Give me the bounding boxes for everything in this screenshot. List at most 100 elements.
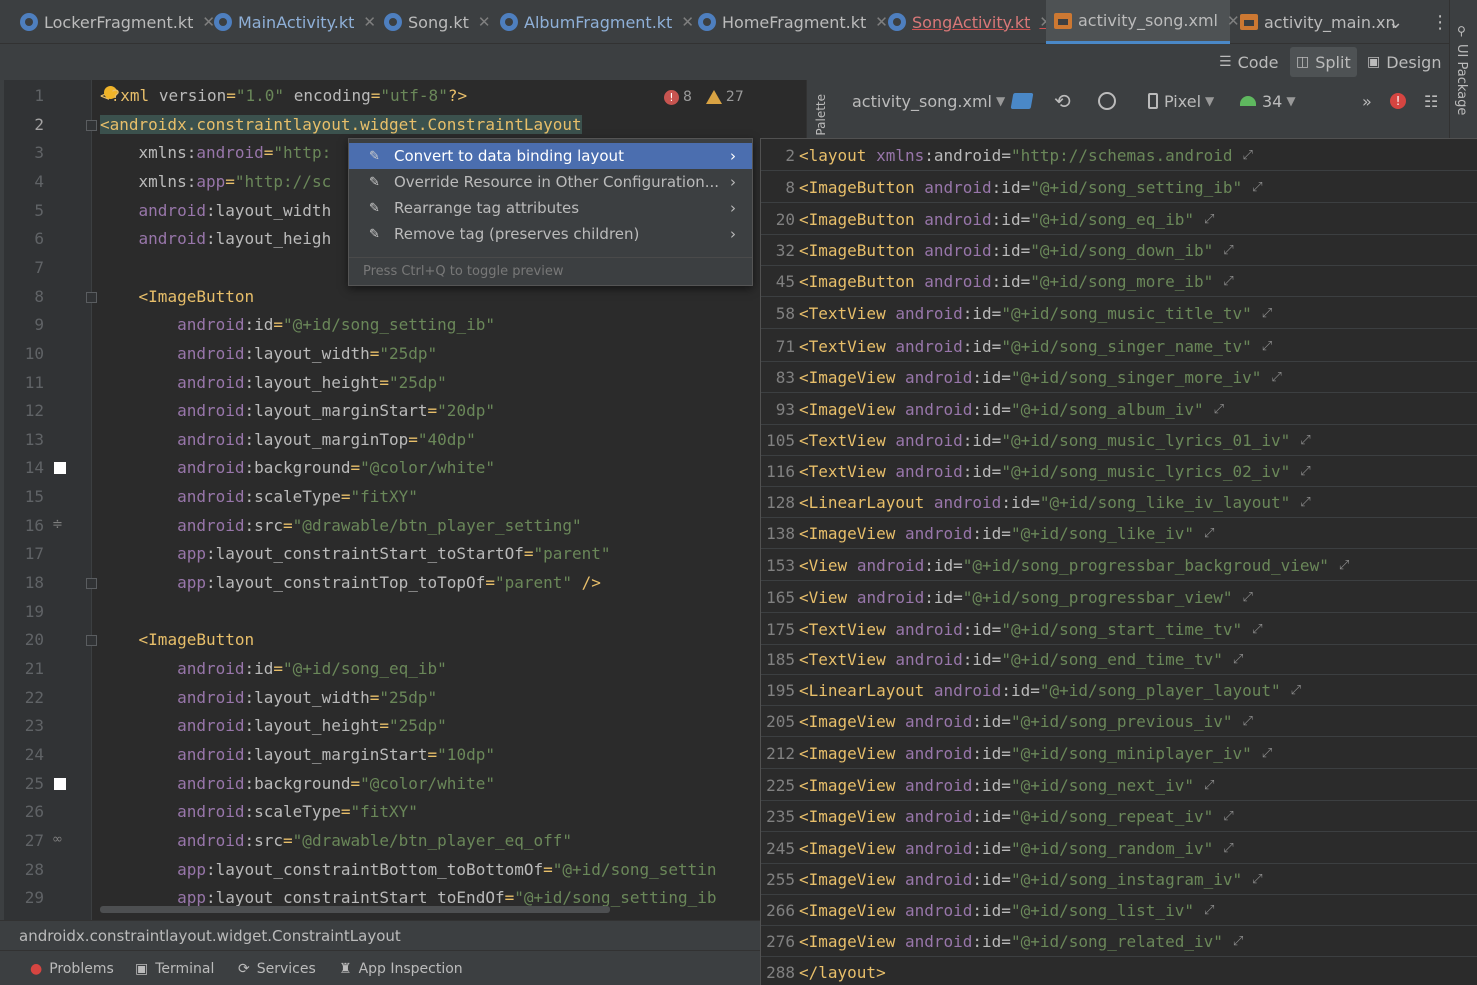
tab-activity_main[interactable]: activity_main.xn bbox=[1232, 0, 1396, 44]
fold-marker-icon[interactable] bbox=[86, 291, 97, 303]
expand-icon[interactable]: ⤢ bbox=[1204, 526, 1214, 541]
code-line[interactable]: android:background="@color/white" bbox=[100, 454, 495, 482]
palette-tab[interactable]: Palette bbox=[808, 80, 834, 138]
attributes-panel-button[interactable]: ☷ bbox=[1424, 86, 1438, 116]
night-mode-button[interactable] bbox=[1098, 86, 1116, 116]
expand-icon[interactable]: ⤢ bbox=[1252, 180, 1262, 195]
image-resource-icon[interactable]: ≑ bbox=[52, 517, 63, 532]
preview-row[interactable]: 276 <ImageView android:id= "@+id/song_rela… bbox=[761, 926, 1477, 957]
preview-row[interactable]: 288 </layout> bbox=[761, 957, 1477, 985]
tab-homefragment[interactable]: HomeFragment.kt ✕ bbox=[690, 0, 888, 44]
preview-row[interactable]: 32 <ImageButton android:id= "@+id/song_dow… bbox=[761, 235, 1477, 266]
color-swatch-icon[interactable] bbox=[54, 462, 66, 475]
tab-songactivity[interactable]: SongActivity.kt✕ bbox=[880, 0, 1052, 44]
code-line[interactable]: android:layout_marginTop="40dp" bbox=[100, 426, 476, 454]
code-line[interactable]: android:layout_width bbox=[100, 197, 332, 225]
code-line[interactable]: android:scaleType="fitXY" bbox=[100, 798, 418, 826]
code-line[interactable]: android:layout_width="25dp" bbox=[100, 684, 437, 712]
design-errors-button[interactable]: ! bbox=[1390, 86, 1406, 116]
code-line[interactable]: <ImageButton bbox=[100, 626, 255, 654]
code-line[interactable]: xmlns:app="http://sc bbox=[100, 168, 332, 196]
split-mode-button[interactable]: ◫ Split bbox=[1290, 47, 1357, 77]
chevron-down-icon[interactable]: ⌄ bbox=[1388, 12, 1403, 33]
expand-icon[interactable]: ⤢ bbox=[1262, 339, 1272, 354]
preview-row[interactable]: 116 <TextView android:id= "@+id/song_music… bbox=[761, 456, 1477, 487]
preview-row[interactable]: 195 <LinearLayout android:id= "@+id/song_p… bbox=[761, 675, 1477, 706]
expand-icon[interactable]: ⤢ bbox=[1252, 622, 1262, 637]
expand-icon[interactable]: ⤢ bbox=[1223, 841, 1233, 856]
tab-activity_song[interactable]: activity_song.xml ✕ bbox=[1046, 0, 1240, 44]
code-line[interactable]: app:layout_constraintTop_toTopOf="parent… bbox=[100, 569, 601, 597]
expand-icon[interactable]: ⤢ bbox=[1271, 370, 1281, 385]
code-line[interactable]: <androidx.constraintlayout.widget.Constr… bbox=[100, 111, 582, 139]
device-dropdown[interactable]: Pixel ▼ bbox=[1148, 86, 1214, 116]
color-swatch-icon[interactable] bbox=[54, 777, 66, 790]
preview-row[interactable]: 255 <ImageView android:id= "@+id/song_inst… bbox=[761, 864, 1477, 895]
popup-item[interactable]: ✎ Rearrange tag attributes › bbox=[349, 195, 752, 221]
preview-row[interactable]: 235 <ImageView android:id= "@+id/song_repe… bbox=[761, 801, 1477, 832]
preview-row[interactable]: 138 <ImageView android:id= "@+id/song_like… bbox=[761, 518, 1477, 549]
preview-row[interactable]: 266 <ImageView android:id= "@+id/song_list… bbox=[761, 895, 1477, 926]
expand-icon[interactable]: ⤢ bbox=[1214, 402, 1224, 417]
code-line[interactable]: android:layout_marginStart="20dp" bbox=[100, 397, 495, 425]
layout-file-dropdown[interactable]: activity_song.xml ▼ bbox=[852, 86, 1005, 116]
popup-item[interactable]: ✎ Override Resource in Other Configuratio… bbox=[349, 169, 752, 195]
code-line[interactable]: android:layout_width="25dp" bbox=[100, 340, 437, 368]
code-line[interactable]: app:layout_constraintBottom_toBottomOf="… bbox=[100, 856, 716, 884]
expand-icon[interactable]: ⤢ bbox=[1233, 652, 1243, 667]
expand-icon[interactable]: ⤢ bbox=[1252, 872, 1262, 887]
code-line[interactable]: android:src="@drawable/btn_player_settin… bbox=[100, 512, 582, 540]
code-line[interactable]: <ImageButton bbox=[100, 283, 255, 311]
expand-icon[interactable]: ⤢ bbox=[1223, 243, 1233, 258]
popup-item[interactable]: ✎ Convert to data binding layout › bbox=[349, 143, 752, 169]
close-icon[interactable]: ✕ bbox=[478, 13, 491, 31]
preview-row[interactable]: 2 <layout xmlns:android= "http://schemas.a… bbox=[761, 140, 1477, 171]
tab-mainactivity[interactable]: MainActivity.kt ✕ bbox=[206, 0, 376, 44]
tool-app-inspection[interactable]: ♜ App Inspection bbox=[339, 951, 463, 985]
expand-icon[interactable]: ⤢ bbox=[1204, 903, 1214, 918]
expand-icon[interactable]: ⤢ bbox=[1339, 558, 1349, 573]
expand-icon[interactable]: ⤢ bbox=[1262, 306, 1272, 321]
preview-row[interactable]: 71 <TextView android:id= "@+id/song_singer… bbox=[761, 331, 1477, 362]
tab-song[interactable]: Song.kt ✕ bbox=[376, 0, 490, 44]
code-line[interactable]: android:id="@+id/song_eq_ib" bbox=[100, 655, 447, 683]
code-mode-button[interactable]: ☰ Code bbox=[1213, 47, 1285, 77]
code-line[interactable]: android:layout_heigh bbox=[100, 225, 332, 253]
expand-icon[interactable]: ⤢ bbox=[1223, 274, 1233, 289]
kebab-icon[interactable]: ⋮ bbox=[1431, 12, 1449, 33]
preview-row[interactable]: 83 <ImageView android:id= "@+id/song_singe… bbox=[761, 362, 1477, 393]
preview-row[interactable]: 175 <TextView android:id= "@+id/song_start… bbox=[761, 614, 1477, 645]
popup-item[interactable]: ✎ Remove tag (preserves children) › bbox=[349, 221, 752, 247]
link-icon[interactable]: ∞ bbox=[52, 832, 63, 847]
expand-icon[interactable]: ⤢ bbox=[1243, 590, 1253, 605]
code-line[interactable]: android:src="@drawable/btn_player_eq_off… bbox=[100, 827, 572, 855]
close-icon[interactable]: ✕ bbox=[363, 13, 376, 31]
expand-icon[interactable]: ⤢ bbox=[1300, 464, 1310, 479]
more-toolbar-button[interactable]: » bbox=[1362, 86, 1372, 116]
expand-icon[interactable]: ⤢ bbox=[1233, 934, 1243, 949]
code-line[interactable]: android:scaleType="fitXY" bbox=[100, 483, 418, 511]
preview-row[interactable]: 20 <ImageButton android:id= "@+id/song_eq_… bbox=[761, 204, 1477, 235]
design-surface-button[interactable] bbox=[1010, 86, 1034, 116]
preview-row[interactable]: 105 <TextView android:id= "@+id/song_music… bbox=[761, 425, 1477, 456]
preview-row[interactable]: 8 <ImageButton android:id= "@+id/song_sett… bbox=[761, 172, 1477, 203]
expand-icon[interactable]: ⤢ bbox=[1204, 778, 1214, 793]
tab-albumfragment[interactable]: AlbumFragment.kt ✕ bbox=[492, 0, 694, 44]
code-line[interactable]: app:layout_constraintStart_toStartOf="pa… bbox=[100, 540, 611, 568]
preview-row[interactable]: 185 <TextView android:id= "@+id/song_end_t… bbox=[761, 644, 1477, 675]
expand-icon[interactable]: ⤢ bbox=[1291, 683, 1301, 698]
code-line[interactable]: xmlns:android="http: bbox=[100, 139, 332, 167]
orientation-button[interactable]: ⟲ bbox=[1054, 86, 1071, 116]
tool-problems[interactable]: ● Problems bbox=[30, 951, 114, 985]
expand-icon[interactable]: ⤢ bbox=[1223, 809, 1233, 824]
expand-icon[interactable]: ⤢ bbox=[1262, 746, 1272, 761]
fold-marker-icon[interactable] bbox=[86, 635, 97, 647]
api-level-dropdown[interactable]: 34 ▼ bbox=[1240, 86, 1296, 116]
fold-marker-icon[interactable] bbox=[86, 119, 97, 131]
tool-terminal[interactable]: ▣ Terminal bbox=[135, 951, 214, 985]
breadcrumb[interactable]: androidx.constraintlayout.widget.Constra… bbox=[0, 920, 760, 950]
horizontal-scrollbar[interactable] bbox=[100, 906, 610, 913]
preview-row[interactable]: 205 <ImageView android:id= "@+id/song_prev… bbox=[761, 706, 1477, 737]
ui-package-label[interactable]: UI Package bbox=[1454, 44, 1469, 115]
expand-icon[interactable]: ⤢ bbox=[1204, 212, 1214, 227]
